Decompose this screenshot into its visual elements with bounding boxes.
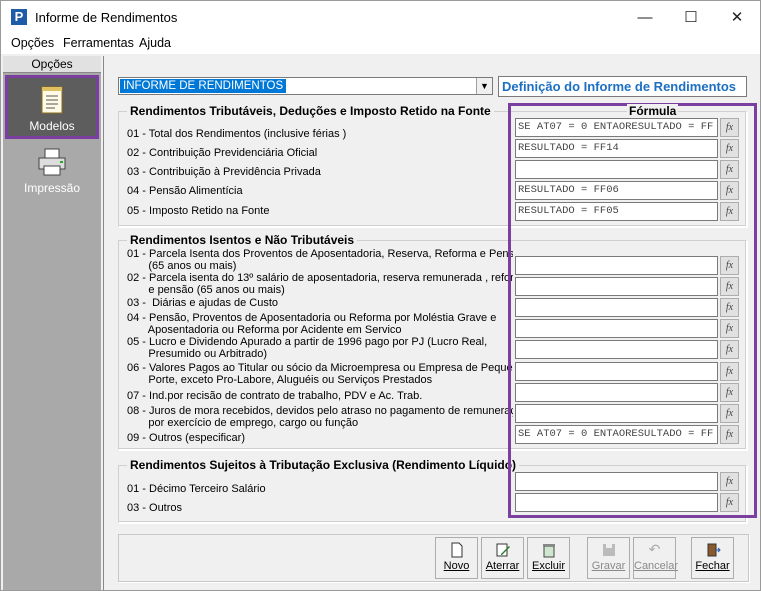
sidebar-item-modelos[interactable]: Modelos xyxy=(5,75,99,139)
fx-icon[interactable]: fx xyxy=(720,202,739,221)
chevron-down-icon[interactable]: ▼ xyxy=(476,78,492,94)
sidebar: Opções Modelos Impressão xyxy=(3,56,101,590)
fx-icon[interactable]: fx xyxy=(720,256,739,275)
menu-ajuda[interactable]: Ajuda xyxy=(139,36,171,50)
row-label: 01 - Décimo Terceiro Salário xyxy=(127,483,266,495)
fx-icon[interactable]: fx xyxy=(720,118,739,137)
trash-icon xyxy=(528,538,569,560)
button-label: Novo xyxy=(443,560,470,572)
fx-icon[interactable]: fx xyxy=(720,404,739,423)
row-label: 07 - Ind.por recisão de contrato de trab… xyxy=(127,390,423,402)
row-label: 03 - Diárias e ajudas de Custo xyxy=(127,297,279,309)
formula-field[interactable] xyxy=(515,298,718,317)
menu-ferramentas[interactable]: Ferramentas xyxy=(63,36,134,50)
fx-icon[interactable]: fx xyxy=(720,472,739,491)
formula-field[interactable] xyxy=(515,319,718,338)
row-label: 03 - Contribuição à Previdência Privada xyxy=(127,166,321,178)
formula-field[interactable]: SE AT07 = 0 ENTAORESULTADO = FF xyxy=(515,425,718,444)
model-select-value: INFORME DE RENDIMENTOS xyxy=(120,79,287,93)
formula-field[interactable]: RESULTADO = FF06 xyxy=(515,181,718,200)
group-title: Rendimentos Tributáveis, Deduções e Impo… xyxy=(127,104,494,118)
fx-icon[interactable]: fx xyxy=(720,298,739,317)
button-label: Fechar xyxy=(695,560,730,572)
formula-field[interactable]: RESULTADO = FF14 xyxy=(515,139,718,158)
formula-field[interactable]: RESULTADO = FF05 xyxy=(515,202,718,221)
cancelar-button[interactable]: ↶ Cancelar xyxy=(633,537,679,579)
group-title: Rendimentos Isentos e Não Tributáveis xyxy=(127,233,358,247)
undo-icon: ↶ xyxy=(648,541,661,557)
save-icon xyxy=(588,538,629,560)
exit-door-icon xyxy=(692,538,733,560)
button-label: Excluir xyxy=(531,560,565,572)
formula-field[interactable] xyxy=(515,493,718,512)
menu-opcoes[interactable]: Opções xyxy=(11,36,54,50)
excluir-button[interactable]: Excluir xyxy=(527,537,570,579)
fx-icon[interactable]: fx xyxy=(720,319,739,338)
formula-header: Fórmula xyxy=(627,104,679,118)
fx-icon[interactable]: fx xyxy=(720,181,739,200)
sidebar-item-impressao[interactable]: Impressão xyxy=(5,142,99,206)
row-label: 05 - Lucro e Dividendo Apurado a partir … xyxy=(127,336,488,360)
row-label: 04 - Pensão, Proventos de Aposentadoria … xyxy=(127,312,497,336)
fx-icon[interactable]: fx xyxy=(720,139,739,158)
fechar-button[interactable]: Fechar xyxy=(691,537,734,579)
formula-field[interactable] xyxy=(515,340,718,359)
title-bar: P Informe de Rendimentos — ☐ ✕ xyxy=(1,1,760,34)
document-notes-icon xyxy=(41,86,63,114)
formula-field[interactable] xyxy=(515,472,718,491)
window-title: Informe de Rendimentos xyxy=(35,10,178,25)
menu-bar: Opções Ferramentas Ajuda xyxy=(1,34,760,54)
row-label: 01 - Parcela Isenta dos Proventos de Apo… xyxy=(127,248,513,272)
row-label: 04 - Pensão Alimentícia xyxy=(127,185,243,197)
formula-field[interactable]: SE AT07 = 0 ENTAORESULTADO = FF xyxy=(515,118,718,137)
novo-button[interactable]: Novo xyxy=(435,537,478,579)
row-label: 03 - Outros xyxy=(127,502,183,514)
formula-field[interactable] xyxy=(515,277,718,296)
row-label: 02 - Contribuição Previdenciária Oficial xyxy=(127,147,318,159)
row-label: 02 - Parcela isenta do 13º salário de ap… xyxy=(127,272,513,296)
row-label: 06 - Valores Pagos ao Titular ou sócio d… xyxy=(127,362,513,386)
fx-icon[interactable]: fx xyxy=(720,383,739,402)
formula-field[interactable] xyxy=(515,383,718,402)
fx-icon[interactable]: fx xyxy=(720,493,739,512)
button-label: Cancelar xyxy=(634,560,679,572)
formula-field[interactable] xyxy=(515,404,718,423)
group-title: Rendimentos Sujeitos à Tributação Exclus… xyxy=(127,458,520,472)
sidebar-item-label: Modelos xyxy=(29,119,75,133)
button-label: Gravar xyxy=(591,560,626,572)
printer-icon xyxy=(38,148,66,176)
row-label: 05 - Imposto Retido na Fonte xyxy=(127,205,270,217)
row-label: 01 - Total dos Rendimentos (inclusive fé… xyxy=(127,128,347,140)
fx-icon[interactable]: fx xyxy=(720,425,739,444)
model-select[interactable]: INFORME DE RENDIMENTOS ▼ xyxy=(118,77,493,95)
maximize-button[interactable]: ☐ xyxy=(668,1,714,34)
fx-icon[interactable]: fx xyxy=(720,160,739,179)
fx-icon[interactable]: fx xyxy=(720,340,739,359)
sidebar-header: Opções xyxy=(3,56,101,73)
minimize-button[interactable]: — xyxy=(622,1,668,34)
app-icon: P xyxy=(11,9,27,25)
formula-field[interactable] xyxy=(515,256,718,275)
edit-icon xyxy=(482,538,523,560)
close-button[interactable]: ✕ xyxy=(714,1,760,34)
formula-field[interactable] xyxy=(515,160,718,179)
row-label: 08 - Juros de mora recebidos, devidos pe… xyxy=(127,405,513,429)
gravar-button[interactable]: Gravar xyxy=(587,537,630,579)
aterrar-button[interactable]: Aterrar xyxy=(481,537,524,579)
button-label: Aterrar xyxy=(485,560,520,572)
fx-icon[interactable]: fx xyxy=(720,362,739,381)
new-document-icon xyxy=(436,538,477,560)
sidebar-item-label: Impressão xyxy=(23,181,81,195)
row-label: 09 - Outros (especificar) xyxy=(127,432,245,444)
formula-field[interactable] xyxy=(515,362,718,381)
fx-icon[interactable]: fx xyxy=(720,277,739,296)
definition-title: Definição do Informe de Rendimentos xyxy=(498,76,747,97)
